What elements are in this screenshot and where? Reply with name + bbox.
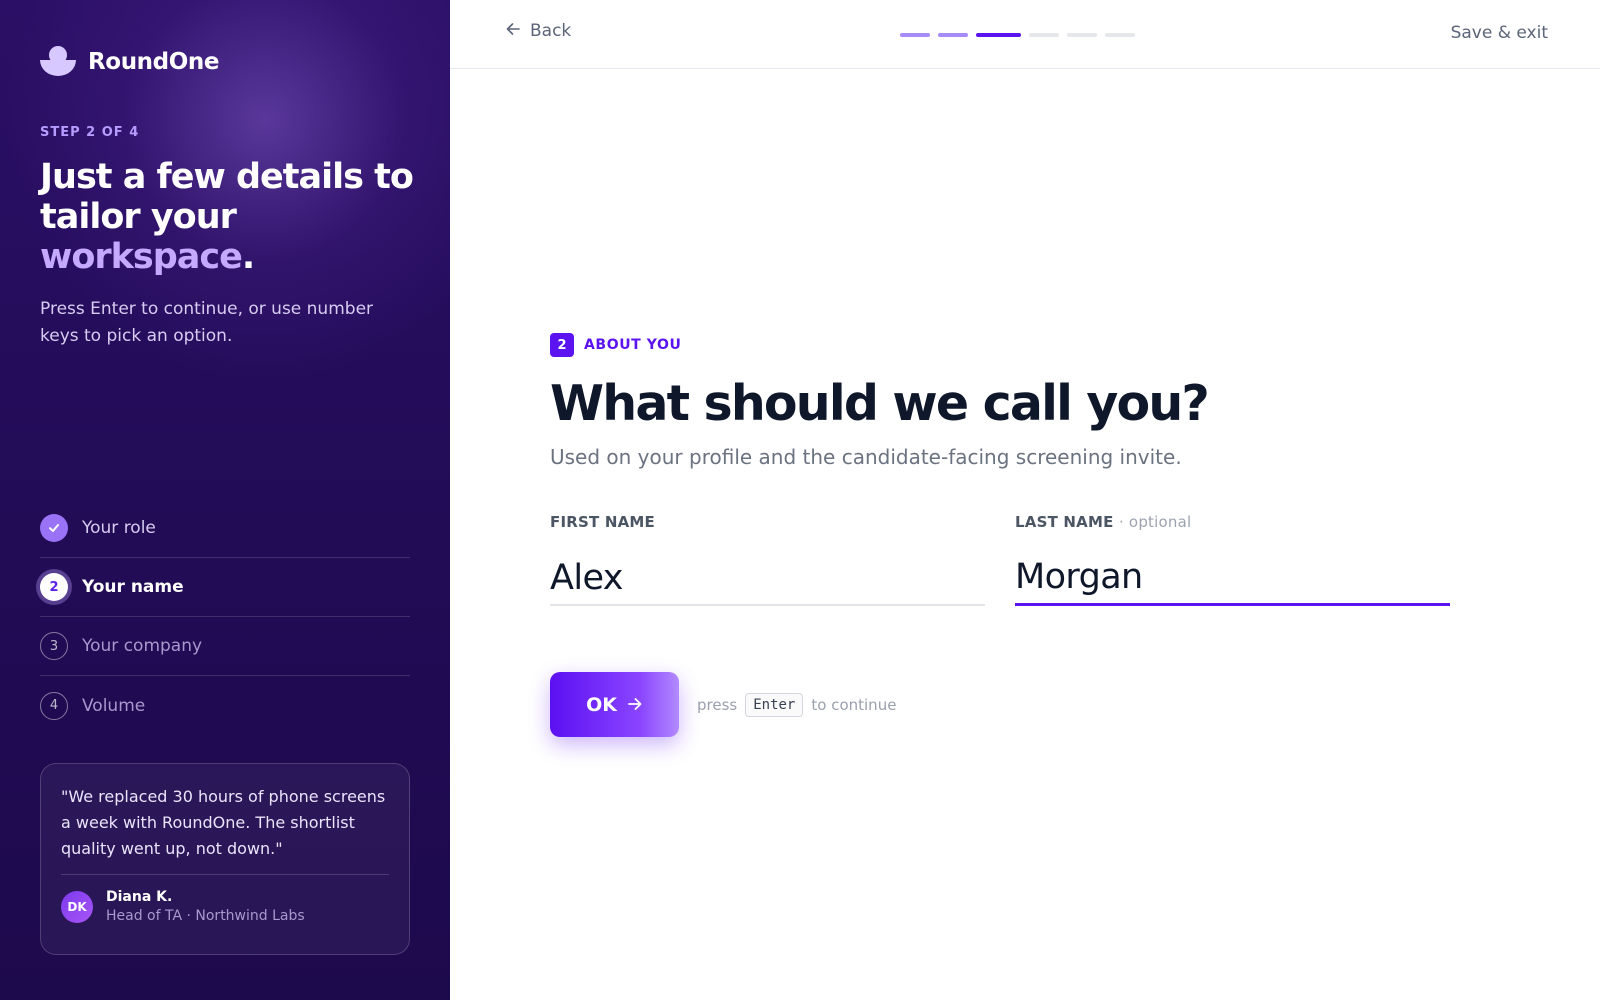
progress-segment (1029, 33, 1059, 37)
last-name-input[interactable] (1015, 551, 1450, 606)
question-description: Used on your profile and the candidate-f… (550, 445, 1182, 469)
arrow-right-icon (627, 694, 643, 716)
testimonial-card: "We replaced 30 hours of phone screens a… (40, 763, 410, 955)
progress-segment (938, 33, 968, 37)
ok-label: OK (586, 693, 617, 716)
last-name-field: LAST NAME · optional (1015, 513, 1450, 606)
brand: RoundOne (40, 44, 219, 80)
left-panel: RoundOne STEP 2 OF 4 Just a few details … (0, 0, 450, 1000)
first-name-label: FIRST NAME (550, 513, 655, 531)
step-label: Your company (82, 636, 203, 656)
author-role: Head of TA · Northwind Labs (106, 908, 305, 924)
step-item-your-name[interactable]: 2 Your name (40, 558, 410, 617)
save-exit-button[interactable]: Save & exit (1451, 23, 1548, 43)
step-number: 2 (40, 573, 68, 601)
last-name-label: LAST NAME · optional (1015, 513, 1450, 531)
step-number: 4 (40, 691, 68, 720)
testimonial-quote: "We replaced 30 hours of phone screens a… (61, 787, 386, 858)
enter-key-badge: Enter (745, 692, 804, 717)
last-name-label-text: LAST NAME (1015, 513, 1114, 531)
author-name: Diana K. (106, 889, 173, 905)
roundone-logo-icon (40, 44, 76, 80)
check-icon (40, 514, 68, 542)
step-item-your-company[interactable]: 3 Your company (40, 617, 410, 676)
question-title: What should we call you? (550, 375, 1210, 432)
step-label: Your role (82, 518, 156, 538)
progress-segment (1067, 33, 1097, 37)
keyboard-hint: press Enter to continue (697, 692, 897, 717)
back-button[interactable]: Back (505, 21, 571, 41)
hint-continue: to continue (811, 695, 897, 714)
submit-row: OK press Enter to continue (550, 672, 896, 737)
step-label: Your name (82, 577, 184, 597)
progress-segment (1105, 33, 1135, 37)
headline: Just a few details to tailor your worksp… (40, 157, 420, 277)
headline-end: . (241, 237, 255, 277)
progress-segment (976, 33, 1021, 37)
step-item-your-role[interactable]: Your role (40, 499, 410, 558)
step-kicker: STEP 2 OF 4 (40, 125, 140, 140)
optional-tag: · optional (1119, 513, 1192, 531)
divider (61, 874, 389, 875)
name-fields: FIRST NAME LAST NAME · optional (550, 513, 1450, 606)
first-name-field: FIRST NAME (550, 513, 985, 606)
instructions-text: Press Enter to continue, or use number k… (40, 299, 374, 346)
brand-name: RoundOne (88, 49, 220, 75)
progress-indicator (900, 33, 1135, 37)
arrow-left-icon (505, 21, 521, 41)
back-label: Back (530, 21, 572, 41)
avatar: DK (61, 890, 93, 923)
headline-accent: workspace (40, 237, 243, 277)
hint-press: press (697, 695, 738, 714)
question-kicker: 2 ABOUT YOU (550, 333, 1450, 357)
step-item-volume[interactable]: 4 Volume (40, 676, 410, 735)
question-section: ABOUT YOU (584, 337, 682, 353)
step-list: Your role 2 Your name 3 Your company 4 V… (40, 499, 410, 735)
progress-segment (900, 33, 930, 37)
first-name-input[interactable] (550, 551, 985, 606)
question-block: 2 ABOUT YOU What should we call you? Use… (550, 333, 1450, 469)
testimonial-author: DK Diana K. Head of TA · Northwind Labs (61, 889, 389, 924)
step-number: 3 (40, 632, 68, 660)
ok-button[interactable]: OK (550, 672, 679, 737)
top-bar: Back Save & exit (450, 0, 1600, 69)
question-number-badge: 2 (550, 333, 574, 357)
headline-text: Just a few details to tailor your (40, 157, 414, 237)
step-label: Volume (82, 695, 146, 716)
